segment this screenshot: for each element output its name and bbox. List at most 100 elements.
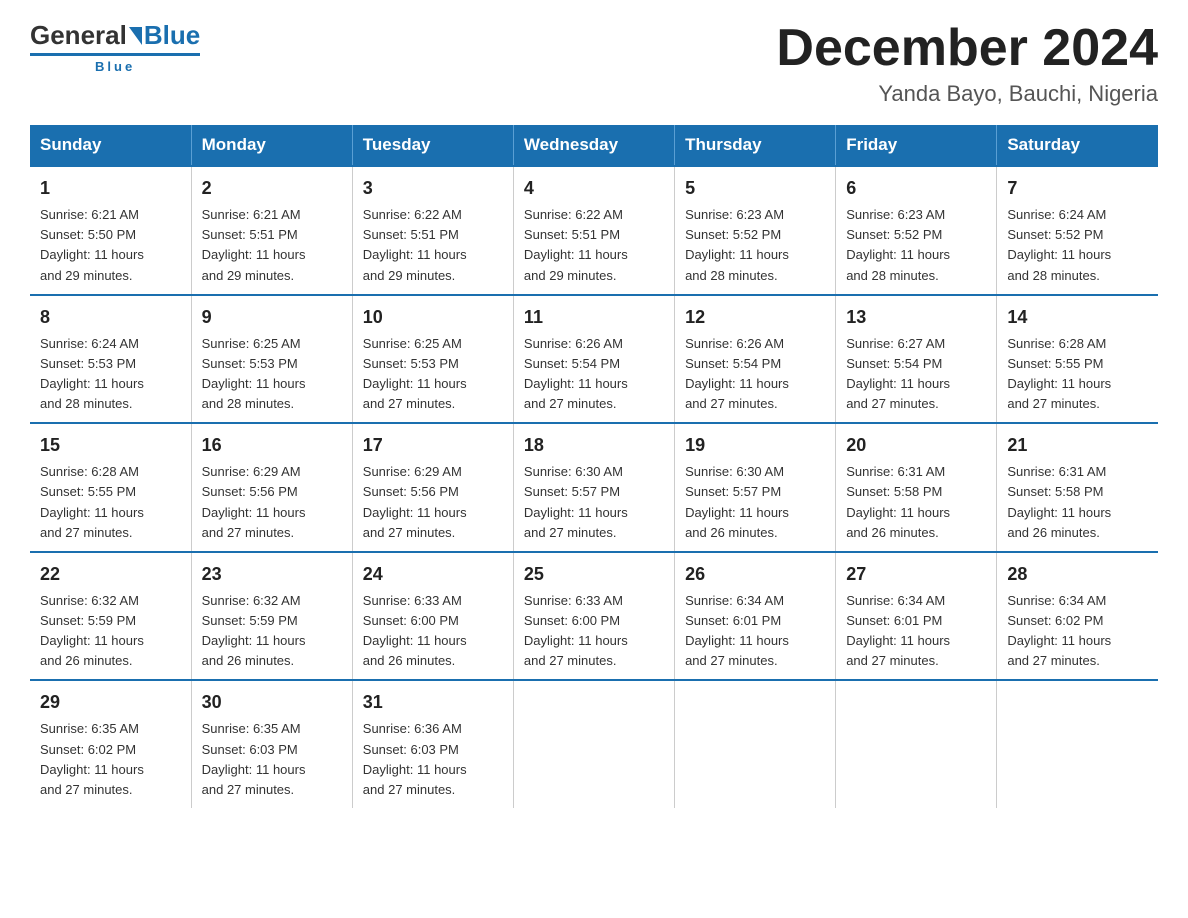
day-info: Sunrise: 6:34 AM Sunset: 6:01 PM Dayligh…: [685, 591, 825, 672]
day-info: Sunrise: 6:24 AM Sunset: 5:52 PM Dayligh…: [1007, 205, 1148, 286]
day-number: 15: [40, 432, 181, 459]
calendar-cell: 27Sunrise: 6:34 AM Sunset: 6:01 PM Dayli…: [836, 552, 997, 681]
logo: General Blue Blue: [30, 20, 200, 74]
calendar-cell: [513, 680, 674, 808]
day-info: Sunrise: 6:30 AM Sunset: 5:57 PM Dayligh…: [685, 462, 825, 543]
calendar-cell: 10 Sunrise: 6:25 AM Sunset: 5:53 PM Dayli…: [352, 295, 513, 424]
day-number: 29: [40, 689, 181, 716]
calendar-week-row: 8Sunrise: 6:24 AM Sunset: 5:53 PM Daylig…: [30, 295, 1158, 424]
day-number: 31: [363, 689, 503, 716]
day-number: 19: [685, 432, 825, 459]
day-number: 8: [40, 304, 181, 331]
day-info: Sunrise: 6:25 AM Sunset: 5:53 PM Dayligh…: [202, 334, 342, 415]
day-info: Sunrise: 6:36 AM Sunset: 6:03 PM Dayligh…: [363, 719, 503, 800]
logo-subtitle: Blue: [30, 53, 200, 74]
day-number: 5: [685, 175, 825, 202]
day-info: Sunrise: 6:29 AM Sunset: 5:56 PM Dayligh…: [363, 462, 503, 543]
calendar-cell: 15 Sunrise: 6:28 AM Sunset: 5:55 PM Dayli…: [30, 423, 191, 552]
column-header-monday: Monday: [191, 125, 352, 166]
day-number: 23: [202, 561, 342, 588]
calendar-cell: 28 Sunrise: 6:34 AM Sunset: 6:02 PM Dayli…: [997, 552, 1158, 681]
logo-blue-text: Blue: [144, 20, 200, 51]
day-info: Sunrise: 6:23 AM Sunset: 5:52 PM Dayligh…: [846, 205, 986, 286]
calendar-cell: 21 Sunrise: 6:31 AM Sunset: 5:58 PM Dayli…: [997, 423, 1158, 552]
day-info: Sunrise: 6:25 AM Sunset: 5:53 PM Dayligh…: [363, 334, 503, 415]
calendar-cell: 30 Sunrise: 6:35 AM Sunset: 6:03 PM Dayli…: [191, 680, 352, 808]
day-number: 16: [202, 432, 342, 459]
day-info: Sunrise: 6:21 AM Sunset: 5:51 PM Dayligh…: [202, 205, 342, 286]
calendar-cell: 6 Sunrise: 6:23 AM Sunset: 5:52 PM Daylig…: [836, 166, 997, 295]
main-title: December 2024: [776, 20, 1158, 77]
calendar-cell: 7Sunrise: 6:24 AM Sunset: 5:52 PM Daylig…: [997, 166, 1158, 295]
day-number: 25: [524, 561, 664, 588]
calendar-cell: 9Sunrise: 6:25 AM Sunset: 5:53 PM Daylig…: [191, 295, 352, 424]
calendar-cell: 5 Sunrise: 6:23 AM Sunset: 5:52 PM Daylig…: [675, 166, 836, 295]
day-info: Sunrise: 6:27 AM Sunset: 5:54 PM Dayligh…: [846, 334, 986, 415]
day-info: Sunrise: 6:28 AM Sunset: 5:55 PM Dayligh…: [1007, 334, 1148, 415]
day-info: Sunrise: 6:34 AM Sunset: 6:02 PM Dayligh…: [1007, 591, 1148, 672]
day-info: Sunrise: 6:28 AM Sunset: 5:55 PM Dayligh…: [40, 462, 181, 543]
day-info: Sunrise: 6:33 AM Sunset: 6:00 PM Dayligh…: [363, 591, 503, 672]
day-info: Sunrise: 6:35 AM Sunset: 6:03 PM Dayligh…: [202, 719, 342, 800]
header: General Blue Blue December 2024 Yanda Ba…: [30, 20, 1158, 107]
calendar-cell: 4 Sunrise: 6:22 AM Sunset: 5:51 PM Daylig…: [513, 166, 674, 295]
day-info: Sunrise: 6:22 AM Sunset: 5:51 PM Dayligh…: [524, 205, 664, 286]
day-info: Sunrise: 6:29 AM Sunset: 5:56 PM Dayligh…: [202, 462, 342, 543]
location-subtitle: Yanda Bayo, Bauchi, Nigeria: [776, 81, 1158, 107]
calendar-week-row: 1 Sunrise: 6:21 AM Sunset: 5:50 PM Daylig…: [30, 166, 1158, 295]
day-number: 30: [202, 689, 342, 716]
day-info: Sunrise: 6:26 AM Sunset: 5:54 PM Dayligh…: [524, 334, 664, 415]
column-header-sunday: Sunday: [30, 125, 191, 166]
calendar-cell: 12Sunrise: 6:26 AM Sunset: 5:54 PM Dayli…: [675, 295, 836, 424]
calendar-cell: 18 Sunrise: 6:30 AM Sunset: 5:57 PM Dayli…: [513, 423, 674, 552]
day-number: 24: [363, 561, 503, 588]
calendar-cell: 13 Sunrise: 6:27 AM Sunset: 5:54 PM Dayli…: [836, 295, 997, 424]
calendar-cell: [997, 680, 1158, 808]
calendar-cell: 31 Sunrise: 6:36 AM Sunset: 6:03 PM Dayli…: [352, 680, 513, 808]
calendar-cell: 24 Sunrise: 6:33 AM Sunset: 6:00 PM Dayli…: [352, 552, 513, 681]
column-header-thursday: Thursday: [675, 125, 836, 166]
calendar-cell: [836, 680, 997, 808]
calendar-cell: 11 Sunrise: 6:26 AM Sunset: 5:54 PM Dayli…: [513, 295, 674, 424]
calendar-cell: [675, 680, 836, 808]
calendar-cell: 25 Sunrise: 6:33 AM Sunset: 6:00 PM Dayli…: [513, 552, 674, 681]
day-number: 14: [1007, 304, 1148, 331]
calendar-cell: 14 Sunrise: 6:28 AM Sunset: 5:55 PM Dayli…: [997, 295, 1158, 424]
column-header-saturday: Saturday: [997, 125, 1158, 166]
day-number: 18: [524, 432, 664, 459]
day-info: Sunrise: 6:23 AM Sunset: 5:52 PM Dayligh…: [685, 205, 825, 286]
calendar-cell: 23 Sunrise: 6:32 AM Sunset: 5:59 PM Dayli…: [191, 552, 352, 681]
calendar-cell: 16 Sunrise: 6:29 AM Sunset: 5:56 PM Dayli…: [191, 423, 352, 552]
calendar-table: SundayMondayTuesdayWednesdayThursdayFrid…: [30, 125, 1158, 808]
day-info: Sunrise: 6:21 AM Sunset: 5:50 PM Dayligh…: [40, 205, 181, 286]
day-info: Sunrise: 6:31 AM Sunset: 5:58 PM Dayligh…: [846, 462, 986, 543]
calendar-week-row: 22 Sunrise: 6:32 AM Sunset: 5:59 PM Dayli…: [30, 552, 1158, 681]
column-header-wednesday: Wednesday: [513, 125, 674, 166]
column-header-tuesday: Tuesday: [352, 125, 513, 166]
calendar-cell: 22 Sunrise: 6:32 AM Sunset: 5:59 PM Dayli…: [30, 552, 191, 681]
day-info: Sunrise: 6:33 AM Sunset: 6:00 PM Dayligh…: [524, 591, 664, 672]
calendar-cell: 19 Sunrise: 6:30 AM Sunset: 5:57 PM Dayli…: [675, 423, 836, 552]
day-number: 21: [1007, 432, 1148, 459]
calendar-header-row: SundayMondayTuesdayWednesdayThursdayFrid…: [30, 125, 1158, 166]
day-info: Sunrise: 6:30 AM Sunset: 5:57 PM Dayligh…: [524, 462, 664, 543]
day-number: 6: [846, 175, 986, 202]
day-number: 4: [524, 175, 664, 202]
day-number: 1: [40, 175, 181, 202]
day-number: 27: [846, 561, 986, 588]
column-header-friday: Friday: [836, 125, 997, 166]
day-info: Sunrise: 6:31 AM Sunset: 5:58 PM Dayligh…: [1007, 462, 1148, 543]
day-info: Sunrise: 6:32 AM Sunset: 5:59 PM Dayligh…: [40, 591, 181, 672]
day-number: 11: [524, 304, 664, 331]
day-number: 2: [202, 175, 342, 202]
calendar-week-row: 29Sunrise: 6:35 AM Sunset: 6:02 PM Dayli…: [30, 680, 1158, 808]
day-number: 22: [40, 561, 181, 588]
day-info: Sunrise: 6:32 AM Sunset: 5:59 PM Dayligh…: [202, 591, 342, 672]
logo-general-text: General: [30, 20, 127, 51]
day-number: 28: [1007, 561, 1148, 588]
day-number: 10: [363, 304, 503, 331]
calendar-cell: 17Sunrise: 6:29 AM Sunset: 5:56 PM Dayli…: [352, 423, 513, 552]
day-info: Sunrise: 6:22 AM Sunset: 5:51 PM Dayligh…: [363, 205, 503, 286]
calendar-cell: 3Sunrise: 6:22 AM Sunset: 5:51 PM Daylig…: [352, 166, 513, 295]
day-number: 13: [846, 304, 986, 331]
